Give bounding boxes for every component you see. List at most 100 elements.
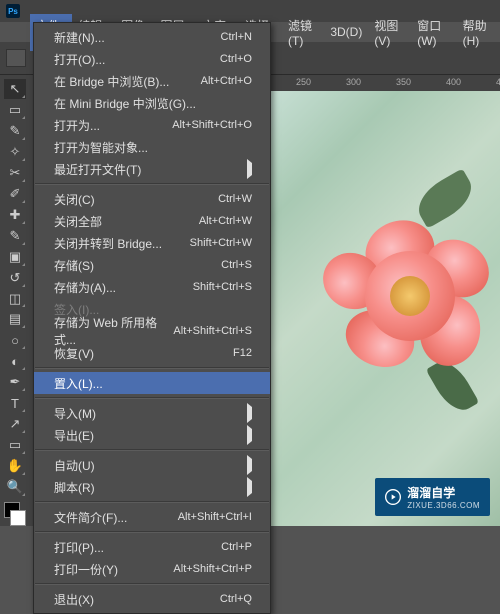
menu-item-8[interactable]: 关闭(C) Ctrl+W (34, 188, 270, 210)
menu-item-shortcut: Alt+Shift+Ctrl+I (178, 511, 252, 523)
menu-item-shortcut: Alt+Ctrl+O (201, 75, 252, 87)
menu-item-label: 打印(P)... (54, 539, 104, 556)
menu-item-5[interactable]: 打开为智能对象... (34, 136, 270, 158)
menu-item-label: 关闭(C) (54, 191, 95, 208)
ruler-tick: 350 (396, 77, 411, 87)
menu-item-28[interactable]: 打印一份(Y) Alt+Shift+Ctrl+P (34, 558, 270, 580)
menu-item-label: 在 Bridge 中浏览(B)... (54, 73, 169, 90)
background-color[interactable] (10, 510, 26, 526)
ruler-tick: 400 (446, 77, 461, 87)
tool-preset[interactable] (6, 49, 26, 67)
menu-item-19[interactable]: 导入(M) (34, 402, 270, 424)
tool-eraser[interactable]: ◫ (4, 289, 26, 309)
menu-item-shortcut (247, 481, 252, 493)
menu-item-label: 文件简介(F)... (54, 509, 127, 526)
menu-item-30[interactable]: 退出(X) Ctrl+Q (34, 588, 270, 610)
menu-item-shortcut: Alt+Shift+Ctrl+O (172, 119, 252, 131)
menu-item-label: 打开为智能对象... (54, 139, 148, 156)
menu-9[interactable]: 窗口(W) (411, 14, 456, 51)
menu-item-shortcut: Ctrl+P (221, 541, 252, 553)
menu-item-shortcut: F12 (233, 347, 252, 359)
chevron-right-icon (247, 455, 252, 475)
menu-separator (35, 501, 269, 503)
menu-item-shortcut: Alt+Ctrl+W (199, 215, 252, 227)
tool-dodge[interactable]: ◐ (4, 351, 26, 371)
menu-item-label: 打开(O)... (54, 51, 105, 68)
menu-item-label: 脚本(R) (54, 479, 95, 496)
menu-item-label: 自动(U) (54, 457, 95, 474)
menu-item-label: 在 Mini Bridge 中浏览(G)... (54, 95, 196, 112)
tool-lasso[interactable]: ✎ (4, 121, 26, 141)
menu-item-22[interactable]: 自动(U) (34, 454, 270, 476)
play-icon (385, 489, 401, 505)
menu-item-shortcut: Ctrl+O (220, 53, 252, 65)
menu-item-9[interactable]: 关闭全部Alt+Ctrl+W (34, 210, 270, 232)
menu-item-shortcut: Ctrl+S (221, 259, 252, 271)
menu-8[interactable]: 视图(V) (368, 14, 411, 51)
flower-graphic (325, 211, 500, 391)
menu-item-17[interactable]: 置入(L)... (34, 372, 270, 394)
tool-blur[interactable]: ○ (4, 330, 26, 350)
menu-7[interactable]: 3D(D) (324, 22, 368, 42)
tool-hand[interactable]: ✋ (4, 456, 26, 476)
menu-item-shortcut: Ctrl+W (218, 193, 252, 205)
menu-item-label: 存储(S) (54, 257, 94, 274)
tool-shape[interactable]: ▭ (4, 435, 26, 455)
toolbar: ↖▭✎✧✂✐✚✎▣↺◫▤○◐✒T↗▭✋🔍 (0, 75, 30, 526)
menu-item-label: 最近打开文件(T) (54, 161, 141, 178)
menu-item-label: 打开为... (54, 117, 100, 134)
menu-item-label: 存储为(A)... (54, 279, 116, 296)
menu-separator (35, 367, 269, 369)
menu-item-2[interactable]: 在 Bridge 中浏览(B)... Alt+Ctrl+O (34, 70, 270, 92)
tool-pen[interactable]: ✒ (4, 372, 26, 392)
tool-zoom[interactable]: 🔍 (4, 477, 26, 497)
menu-item-6[interactable]: 最近打开文件(T) (34, 158, 270, 180)
tool-brush[interactable]: ✎ (4, 226, 26, 246)
menu-item-27[interactable]: 打印(P)... Ctrl+P (34, 536, 270, 558)
menu-item-shortcut: Alt+Shift+Ctrl+S (173, 325, 252, 337)
menu-item-label: 退出(X) (54, 591, 94, 608)
menu-item-label: 置入(L)... (54, 375, 103, 392)
watermark: 溜溜自学 ZIXUE.3D66.COM (375, 478, 490, 516)
menu-item-1[interactable]: 打开(O)... Ctrl+O (34, 48, 270, 70)
menu-item-label: 存储为 Web 所用格式... (54, 314, 173, 348)
chevron-right-icon (247, 403, 252, 423)
tool-crop[interactable]: ✂ (4, 163, 26, 183)
tool-type[interactable]: T (4, 393, 26, 413)
chevron-right-icon (247, 425, 252, 445)
menu-item-3[interactable]: 在 Mini Bridge 中浏览(G)... (34, 92, 270, 114)
menu-6[interactable]: 滤镜(T) (282, 14, 324, 51)
tool-eyedropper[interactable]: ✐ (4, 184, 26, 204)
menu-item-14[interactable]: 存储为 Web 所用格式...Alt+Shift+Ctrl+S (34, 320, 270, 342)
menu-separator (35, 531, 269, 533)
tool-gradient[interactable]: ▤ (4, 309, 26, 329)
menu-item-10[interactable]: 关闭并转到 Bridge...Shift+Ctrl+W (34, 232, 270, 254)
ruler-tick: 300 (346, 77, 361, 87)
menu-item-0[interactable]: 新建(N)...Ctrl+N (34, 26, 270, 48)
tool-marquee[interactable]: ▭ (4, 100, 26, 120)
tool-healing[interactable]: ✚ (4, 205, 26, 225)
menu-item-shortcut: Ctrl+Q (220, 593, 252, 605)
file-menu-dropdown: 新建(N)...Ctrl+N 打开(O)... Ctrl+O 在 Bridge 中浏览… (33, 22, 271, 614)
tool-path[interactable]: ↗ (4, 414, 26, 434)
menu-item-label: 打印一份(Y) (54, 561, 118, 578)
tool-stamp[interactable]: ▣ (4, 247, 26, 267)
menu-separator (35, 397, 269, 399)
color-swatches[interactable] (4, 502, 26, 526)
menu-item-shortcut: Ctrl+N (221, 31, 252, 43)
menu-item-shortcut: Shift+Ctrl+W (190, 237, 252, 249)
document-image: 溜溜自学 ZIXUE.3D66.COM (265, 91, 500, 526)
menu-item-23[interactable]: 脚本(R) (34, 476, 270, 498)
tool-history-brush[interactable]: ↺ (4, 268, 26, 288)
ruler-tick: 450 (496, 77, 500, 87)
menu-item-shortcut: Shift+Ctrl+S (193, 281, 252, 293)
menu-item-11[interactable]: 存储(S) Ctrl+S (34, 254, 270, 276)
menu-item-4[interactable]: 打开为... Alt+Shift+Ctrl+O (34, 114, 270, 136)
menu-item-shortcut (247, 459, 252, 471)
tool-magic-wand[interactable]: ✧ (4, 142, 26, 162)
menu-10[interactable]: 帮助(H) (457, 14, 500, 51)
menu-item-12[interactable]: 存储为(A)... Shift+Ctrl+S (34, 276, 270, 298)
tool-move[interactable]: ↖ (4, 79, 26, 99)
menu-item-shortcut: Alt+Shift+Ctrl+P (173, 563, 252, 575)
menu-item-20[interactable]: 导出(E) (34, 424, 270, 446)
